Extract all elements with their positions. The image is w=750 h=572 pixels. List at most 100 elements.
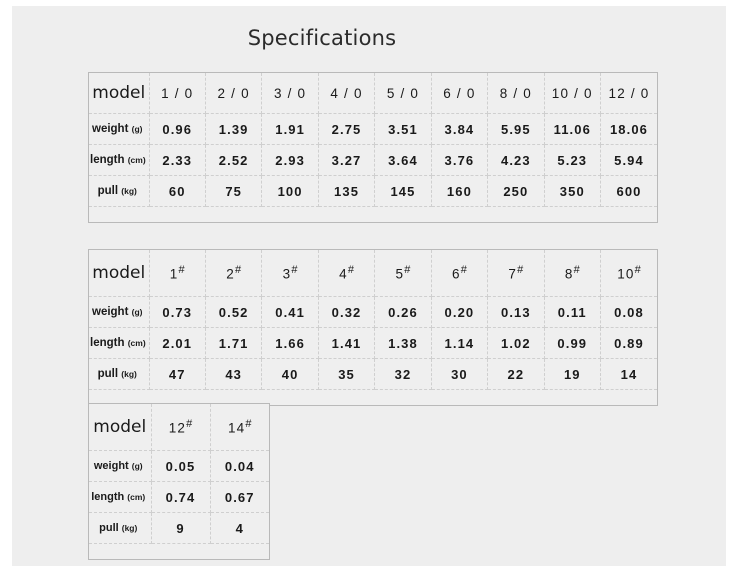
pull-value-cell: 19 [544, 358, 602, 390]
model-header-cell: 6 / 0 [431, 73, 489, 114]
footer-spacer-cell [261, 206, 319, 222]
pull-value-cell: 100 [261, 175, 319, 207]
footer-spacer-cell [600, 206, 657, 222]
length-value-cell: 2.33 [149, 144, 206, 176]
weight-row-label-unit: (g) [131, 307, 143, 317]
model-header-cell: 10# [600, 250, 657, 297]
table-row: pull (kg) 47 43 40 35 32 30 22 19 14 [89, 358, 657, 390]
pull-value-cell: 47 [149, 358, 206, 390]
spec-table-1: model 1 / 02 / 03 / 04 / 05 / 06 / 08 / 0… [88, 72, 658, 223]
model-header-cell: 14# [210, 404, 269, 451]
weight-value-cell: 0.41 [261, 296, 319, 328]
model-header-cell: 3 / 0 [261, 73, 319, 114]
hash-icon: # [573, 264, 580, 277]
footer-spacer-cell [89, 206, 149, 222]
pull-row-label-unit: (kg) [121, 369, 137, 379]
model-header-cell: 4 / 0 [318, 73, 376, 114]
model-header-cell: 6# [431, 250, 489, 297]
pull-value-cell: 32 [374, 358, 432, 390]
weight-value-cell: 0.08 [600, 296, 657, 328]
length-row-label-unit: (cm) [127, 155, 146, 165]
table-header-row: model 1# 2# 3# 4# 5# 6# 7# 8# 10# [89, 250, 657, 297]
weight-value-cell: 0.26 [374, 296, 432, 328]
pull-value-cell: 30 [431, 358, 489, 390]
footer-spacer-cell [544, 206, 601, 222]
footer-spacer-cell [431, 389, 488, 405]
model-header-cell: 5# [374, 250, 432, 297]
table-row: weight (g) 0.73 0.52 0.41 0.32 0.26 0.20 0.13 0.… [89, 296, 657, 328]
table-row: pull (kg) 60 75 100 135 145 160 250 350 600 [89, 175, 657, 207]
pull-value-cell: 145 [374, 175, 432, 207]
footer-spacer-cell [374, 389, 432, 405]
model-header-cell: 2# [205, 250, 263, 297]
length-value-cell: 3.76 [431, 144, 489, 176]
footer-spacer-cell [600, 389, 657, 405]
spec-table-2: model 1# 2# 3# 4# 5# 6# 7# 8# 10# weight (g) 0.73 0.… [88, 249, 658, 406]
pull-value-cell: 250 [487, 175, 545, 207]
length-value-cell: 0.99 [544, 327, 602, 359]
footer-spacer-cell [431, 206, 488, 222]
hash-icon: # [460, 264, 467, 277]
pull-value-cell: 60 [149, 175, 206, 207]
hash-icon: # [178, 264, 185, 277]
model-header-cell: 4# [318, 250, 376, 297]
pull-value-cell: 9 [151, 512, 211, 544]
table-header-row: model 1 / 02 / 03 / 04 / 05 / 06 / 08 / 0… [89, 73, 657, 114]
weight-value-cell: 0.32 [318, 296, 376, 328]
pull-value-cell: 14 [600, 358, 657, 390]
hash-icon: # [291, 264, 298, 277]
length-row-label: length (cm) [89, 481, 152, 513]
table-footer-strip [89, 206, 657, 222]
pull-value-cell: 160 [431, 175, 489, 207]
length-value-cell: 0.74 [151, 481, 211, 513]
footer-spacer-cell [544, 389, 601, 405]
model-header-cell: 8 / 0 [487, 73, 545, 114]
weight-value-cell: 0.20 [431, 296, 489, 328]
weight-value-cell: 0.96 [149, 113, 206, 145]
spec-table-3-body: model 12# 14# weight (g) 0.05 0.04 length (cm)… [89, 404, 269, 559]
table-header-row: model 12# 14# [89, 404, 269, 451]
length-value-cell: 2.01 [149, 327, 206, 359]
table-row: length (cm) 2.01 1.71 1.66 1.41 1.38 1.14 1.02 0… [89, 327, 657, 359]
weight-row-label: weight (g) [89, 450, 152, 482]
hash-icon: # [517, 264, 524, 277]
weight-row-label-unit: (g) [131, 124, 143, 134]
pull-row-label: pull (kg) [89, 512, 152, 544]
weight-value-cell: 3.51 [374, 113, 432, 145]
weight-row-label: weight (g) [89, 296, 150, 328]
pull-value-cell: 43 [205, 358, 263, 390]
spec-table-3: model 12# 14# weight (g) 0.05 0.04 length (cm)… [88, 403, 270, 560]
hash-icon: # [634, 264, 641, 277]
pull-value-cell: 4 [210, 512, 269, 544]
header-model-label: model [89, 73, 150, 114]
pull-row-label: pull (kg) [89, 358, 150, 390]
footer-spacer-cell [487, 206, 545, 222]
footer-spacer-cell [261, 389, 319, 405]
length-row-label-unit: (cm) [127, 338, 146, 348]
table-row: weight (g) 0.96 1.39 1.91 2.75 3.51 3.84 5.95 11… [89, 113, 657, 145]
footer-spacer-cell [318, 389, 375, 405]
weight-value-cell: 0.05 [151, 450, 211, 482]
pull-value-cell: 135 [318, 175, 376, 207]
length-value-cell: 5.94 [600, 144, 657, 176]
length-row-label: length (cm) [89, 144, 150, 176]
footer-spacer-cell [210, 543, 269, 559]
specifications-page: Specifications model 1 / 02 / 03 / 04 / 0… [12, 6, 726, 566]
table-row: pull (kg) 9 4 [89, 512, 269, 544]
footer-spacer-cell [151, 543, 210, 559]
weight-value-cell: 0.04 [210, 450, 269, 482]
model-header-cell: 1 / 0 [149, 73, 206, 114]
model-header-cell: 8# [544, 250, 602, 297]
weight-value-cell: 0.52 [205, 296, 263, 328]
length-value-cell: 2.52 [205, 144, 263, 176]
length-value-cell: 1.71 [205, 327, 263, 359]
model-header-cell: 12# [151, 404, 211, 451]
pull-row-label-unit: (kg) [121, 523, 138, 533]
pull-value-cell: 75 [205, 175, 263, 207]
pull-value-cell: 600 [600, 175, 657, 207]
model-header-cell: 2 / 0 [205, 73, 263, 114]
model-header-cell: 5 / 0 [374, 73, 432, 114]
model-header-cell: 10 / 0 [544, 73, 602, 114]
pull-row-label-unit: (kg) [121, 186, 137, 196]
weight-value-cell: 18.06 [600, 113, 657, 145]
